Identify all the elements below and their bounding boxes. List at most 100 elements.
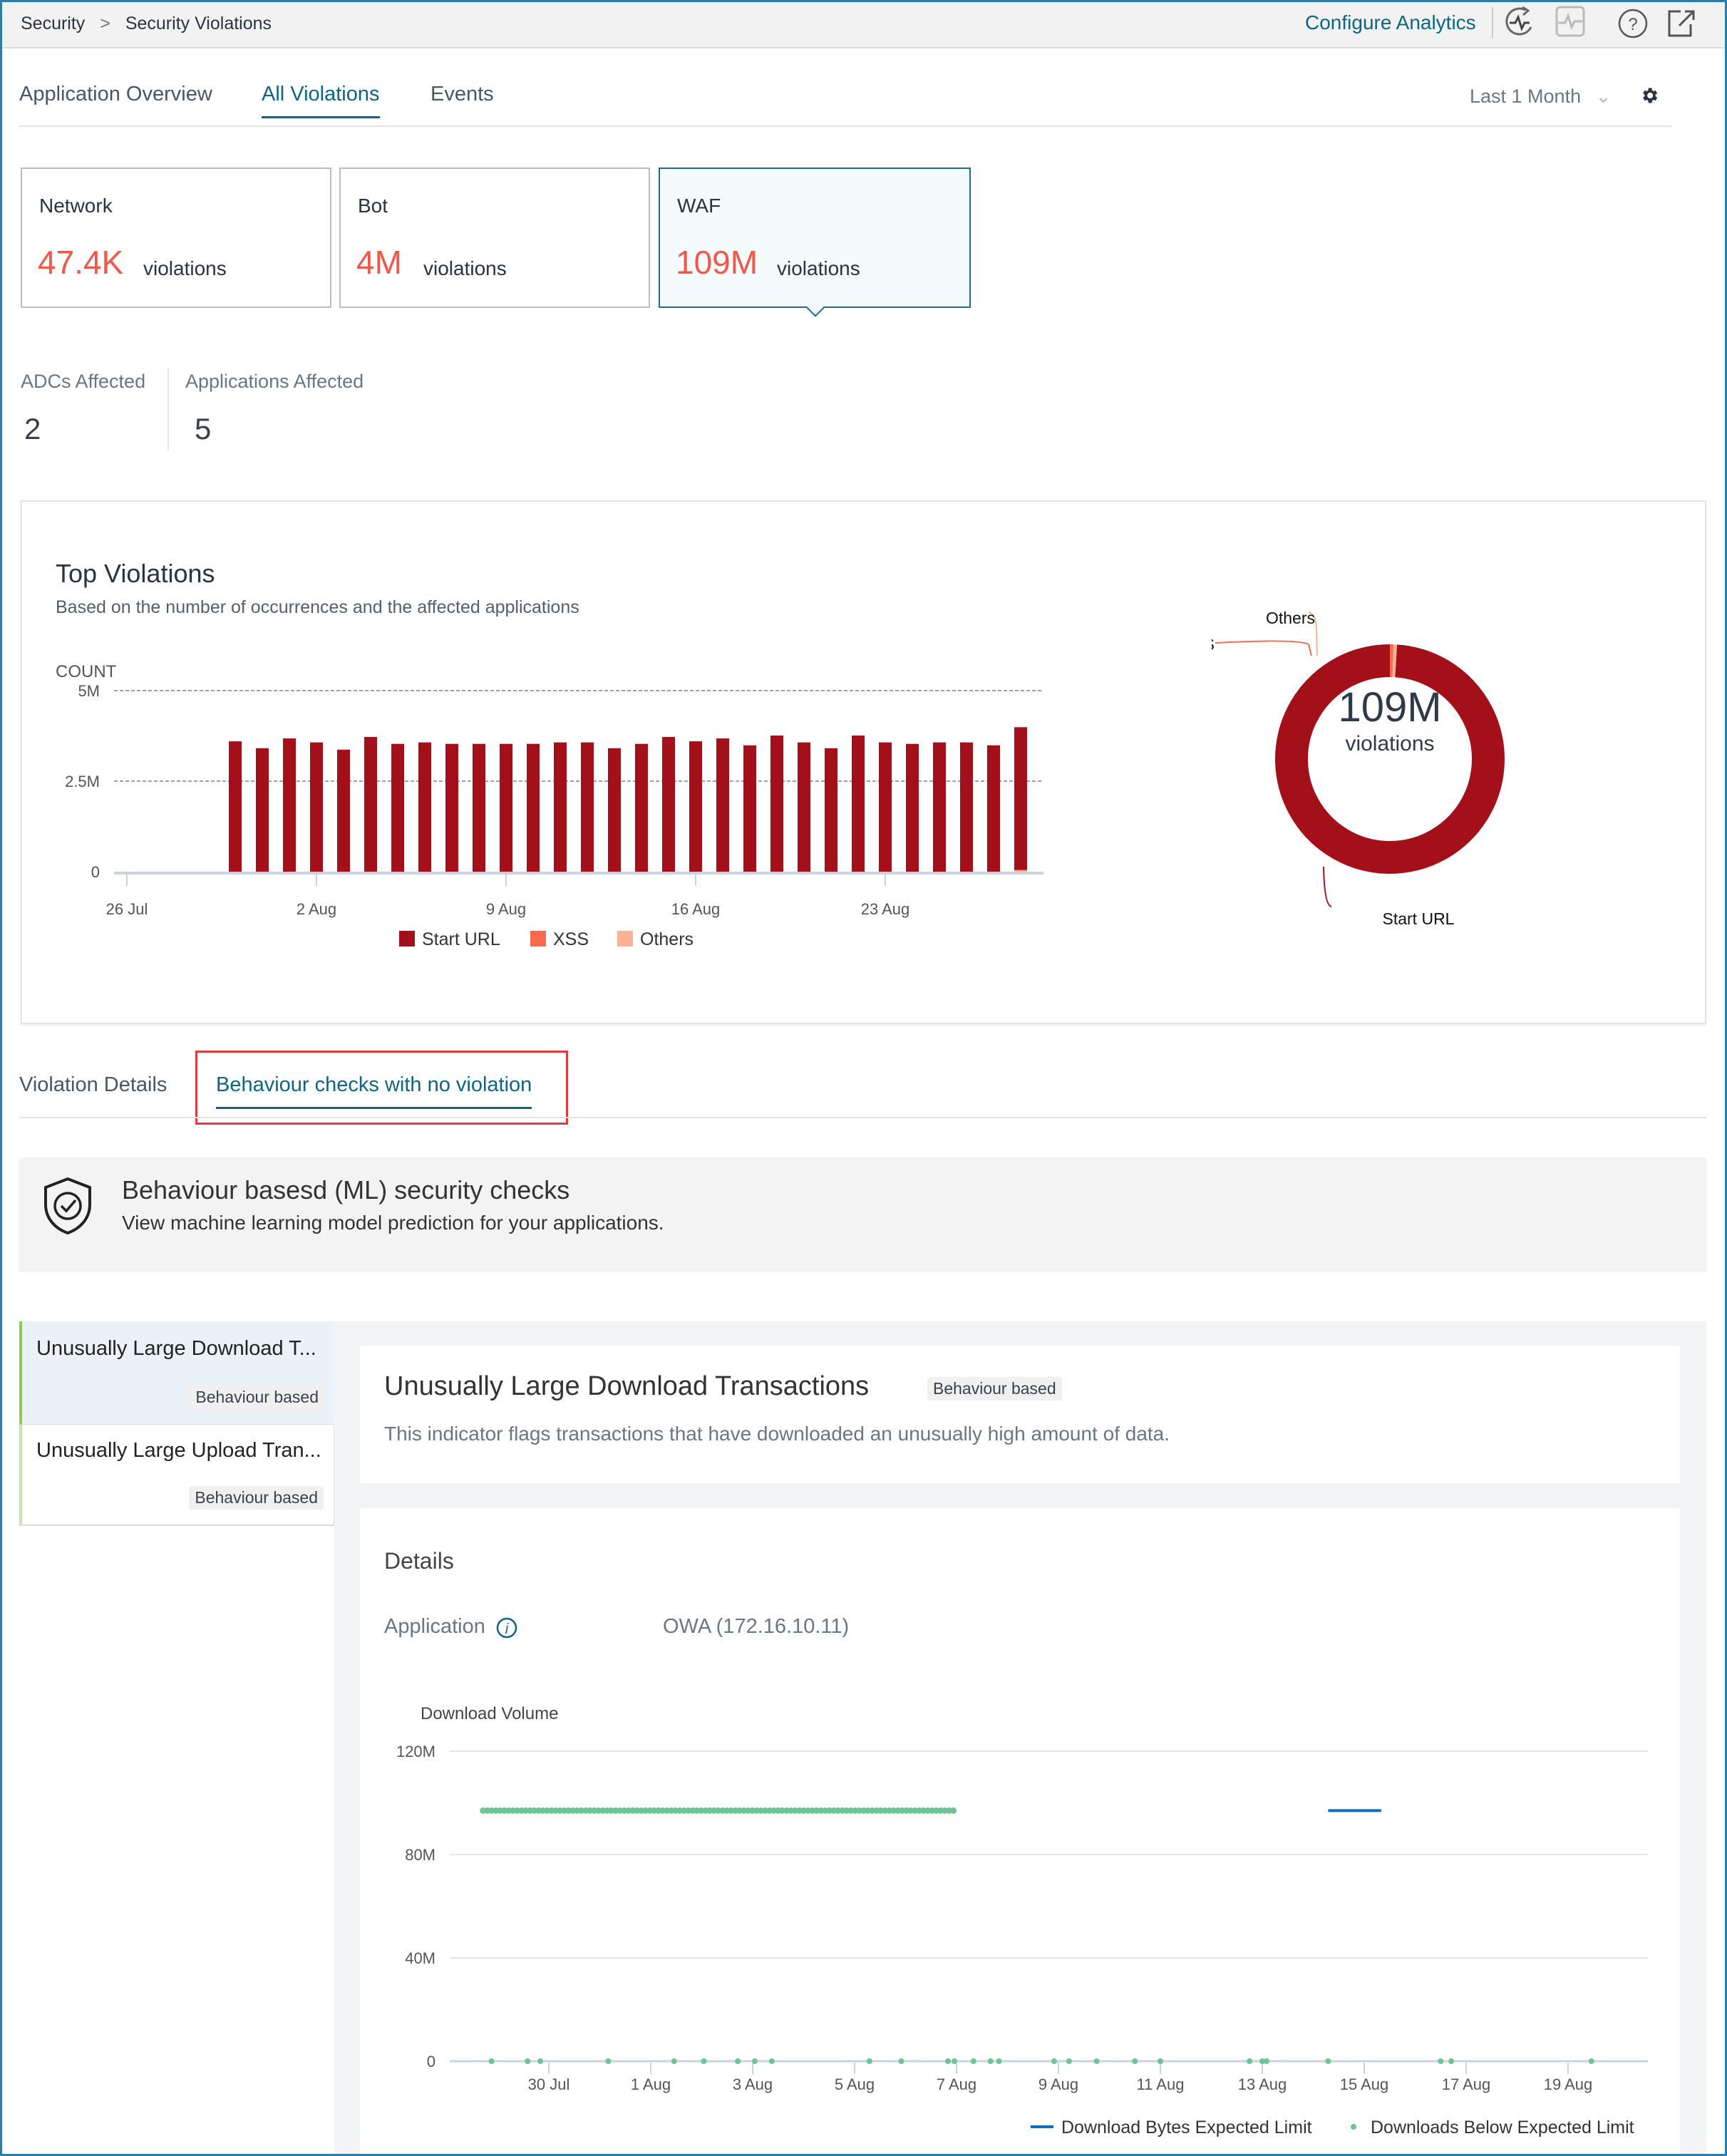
point-below-limit bbox=[671, 2058, 677, 2064]
x-tick-label: 5 Aug bbox=[835, 2075, 875, 2093]
leader-line bbox=[1215, 640, 1312, 656]
bar-start-url bbox=[716, 738, 729, 872]
point-below-limit bbox=[1263, 2058, 1269, 2064]
bar-start-url bbox=[527, 743, 540, 872]
y-axis-label: COUNT bbox=[56, 662, 117, 681]
chevron-right-icon: > bbox=[100, 14, 110, 33]
health-refresh-icon[interactable] bbox=[1504, 6, 1535, 38]
banner-subtitle: View machine learning model prediction f… bbox=[122, 1212, 664, 1234]
y-tick-label: 0 bbox=[91, 863, 100, 881]
help-icon[interactable]: ? bbox=[1618, 9, 1648, 38]
info-icon[interactable]: i bbox=[495, 1616, 518, 1639]
download-volume-chart: Download Volume 0 40M 80M 120M 30 Jul 1 Aug 3 A… bbox=[396, 1704, 1648, 2137]
legend-label: XSS bbox=[553, 929, 589, 949]
x-tick-label: 3 Aug bbox=[733, 2075, 773, 2093]
bar-start-url bbox=[391, 743, 404, 872]
card-title: Network bbox=[39, 195, 113, 217]
application-label: Application bbox=[384, 1615, 485, 1638]
bar-start-url bbox=[418, 742, 431, 872]
card-unit: violations bbox=[777, 257, 860, 279]
legend-swatch bbox=[617, 931, 633, 947]
tab-application-overview[interactable]: Application Overview bbox=[19, 83, 212, 106]
bar-start-url bbox=[473, 743, 485, 872]
external-link-icon[interactable] bbox=[1666, 9, 1696, 38]
point-below-limit bbox=[866, 2058, 872, 2064]
indicator-title: Unusually Large Download T... bbox=[36, 1337, 316, 1360]
tab-behaviour-checks[interactable]: Behaviour checks with no violation bbox=[216, 1073, 532, 1109]
bar-start-url bbox=[689, 741, 702, 872]
donut-center-label: violations bbox=[1345, 732, 1434, 755]
point-below-limit bbox=[1438, 2058, 1444, 2064]
divider bbox=[1492, 7, 1493, 38]
card-title: WAF bbox=[677, 195, 721, 217]
bot-violations-card[interactable]: Bot 4M violations bbox=[339, 167, 650, 308]
x-tick-label: 19 Aug bbox=[1544, 2075, 1593, 2093]
svg-text:?: ? bbox=[1628, 15, 1637, 34]
bar-start-url bbox=[581, 742, 594, 872]
x-tick-label: 23 Aug bbox=[861, 900, 910, 918]
point-below-limit bbox=[768, 2058, 775, 2064]
tabs-divider bbox=[19, 1117, 1706, 1118]
waf-violations-card[interactable]: WAF 109M violations bbox=[659, 167, 971, 308]
x-tick-label: 7 Aug bbox=[937, 2075, 976, 2093]
point-below-limit bbox=[1066, 2058, 1072, 2064]
top-violations-donut-chart: 109Mviolations XSS Others Start URL bbox=[1212, 609, 1505, 928]
tab-events[interactable]: Events bbox=[431, 83, 494, 106]
top-violations-bar-chart: COUNT 0 2.5M 5M 26 Jul 2 Aug 9 Aug 16 Aug 23 Aug… bbox=[56, 662, 1043, 949]
bar-start-url bbox=[310, 742, 323, 872]
bar-start-url bbox=[635, 743, 648, 872]
point-below-limit bbox=[488, 2058, 495, 2064]
legend-label: Others bbox=[640, 929, 694, 949]
bar-others bbox=[1014, 870, 1027, 872]
gear-icon[interactable] bbox=[1639, 86, 1659, 105]
top-violations-subtitle: Based on the number of occurrences and t… bbox=[56, 597, 579, 617]
x-tick-label: 2 Aug bbox=[297, 900, 336, 918]
bar-start-url bbox=[852, 735, 865, 872]
x-tick-label: 16 Aug bbox=[671, 900, 721, 918]
x-tick-label: 11 Aug bbox=[1137, 2075, 1185, 2093]
pulse-monitor-icon[interactable] bbox=[1555, 6, 1585, 37]
x-tick-label: 9 Aug bbox=[486, 900, 526, 918]
point-below-limit bbox=[735, 2058, 741, 2064]
bar-start-url bbox=[283, 738, 296, 872]
indicator-item[interactable]: Unusually Large Upload Tran... Behaviour… bbox=[19, 1425, 334, 1526]
bar-start-url bbox=[987, 745, 1000, 872]
tab-all-violations[interactable]: All Violations bbox=[262, 83, 380, 118]
y-tick-label: 5M bbox=[78, 682, 100, 700]
x-tick-label: 30 Jul bbox=[528, 2075, 570, 2093]
y-tick-label: 120M bbox=[396, 1743, 435, 1760]
y-tick-label: 0 bbox=[427, 2053, 435, 2070]
bar-start-url bbox=[743, 745, 756, 872]
svg-text:i: i bbox=[505, 1621, 509, 1637]
point-below-limit bbox=[996, 2058, 1002, 2064]
card-unit: violations bbox=[143, 257, 227, 279]
y-tick-label: 2.5M bbox=[65, 773, 100, 790]
time-range-value: Last 1 Month bbox=[1470, 86, 1582, 107]
banner-title: Behaviour basesd (ML) security checks bbox=[122, 1175, 570, 1205]
point-below-limit bbox=[945, 2058, 952, 2064]
apps-affected-value: 5 bbox=[195, 412, 212, 445]
point-below-limit bbox=[537, 2058, 544, 2064]
chart-title: Download Volume bbox=[421, 1704, 558, 1723]
x-tick-label: 13 Aug bbox=[1238, 2075, 1287, 2093]
indicator-item[interactable]: Unusually Large Download T... Behaviour … bbox=[19, 1321, 334, 1425]
x-tick-label: 15 Aug bbox=[1340, 2075, 1389, 2093]
point-below-limit bbox=[1051, 2058, 1058, 2064]
tab-violation-details[interactable]: Violation Details bbox=[19, 1073, 167, 1097]
divider bbox=[167, 368, 169, 450]
x-tick-label: 9 Aug bbox=[1038, 2075, 1078, 2093]
point-below-limit bbox=[1588, 2058, 1594, 2064]
bar-start-url bbox=[229, 741, 242, 872]
bar-start-url bbox=[906, 743, 919, 872]
configure-analytics-link[interactable]: Configure Analytics bbox=[1305, 11, 1476, 34]
bar-start-url bbox=[1014, 727, 1027, 870]
time-range-dropdown[interactable]: Last 1 Month ⌄ bbox=[1470, 86, 1612, 108]
point-below-limit bbox=[1448, 2058, 1455, 2064]
shield-check-icon bbox=[44, 1177, 91, 1235]
breadcrumb-security[interactable]: Security bbox=[21, 14, 85, 33]
legend-label: Download Bytes Expected Limit bbox=[1061, 2118, 1312, 2137]
card-value: 47.4K bbox=[38, 244, 124, 281]
network-violations-card[interactable]: Network 47.4K violations bbox=[21, 167, 331, 308]
leader-line bbox=[1323, 866, 1332, 907]
chevron-down-icon: ⌄ bbox=[1595, 86, 1612, 107]
